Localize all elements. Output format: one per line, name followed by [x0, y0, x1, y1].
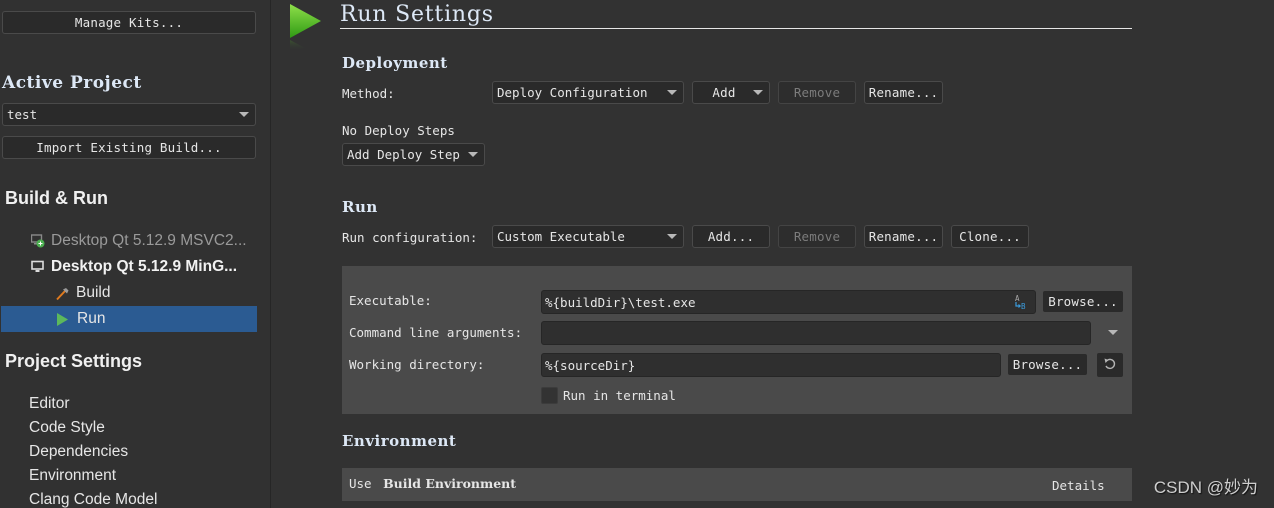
run-settings-icon	[289, 3, 323, 51]
environment-heading: Environment	[342, 432, 457, 450]
settings-item-environment[interactable]: Environment	[29, 467, 116, 485]
environment-use-value: Build Environment	[383, 476, 517, 491]
deploy-method-select[interactable]: Deploy Configuration	[492, 81, 684, 104]
run-configuration-label: Run configuration:	[342, 230, 478, 245]
svg-text:A: A	[1015, 294, 1020, 303]
kit-item-msvc[interactable]: Desktop Qt 5.12.9 MSVC2...	[30, 232, 247, 250]
nav-item-label: Build	[76, 284, 111, 301]
add-deploy-step-label: Add Deploy Step	[347, 147, 460, 162]
add-kit-monitor-icon	[30, 234, 45, 248]
method-label: Method:	[342, 86, 395, 101]
deploy-remove-button[interactable]: Remove	[778, 81, 856, 104]
project-selector[interactable]: test	[2, 103, 256, 126]
kit-label: Desktop Qt 5.12.9 MinG...	[51, 258, 238, 275]
executable-browse-button[interactable]: Browse...	[1042, 290, 1124, 313]
run-settings-page: Run Settings Deployment Method: Deploy C…	[272, 0, 1274, 508]
command-line-arguments-input[interactable]	[541, 321, 1091, 345]
active-project-heading: Active Project	[2, 73, 142, 93]
nav-item-label: Run	[77, 310, 106, 327]
working-directory-browse-button[interactable]: Browse...	[1007, 353, 1088, 376]
nav-selection-highlight	[1, 306, 257, 332]
run-triangle-icon	[56, 312, 69, 327]
chevron-down-icon	[667, 90, 677, 95]
chevron-down-icon	[468, 152, 478, 157]
environment-use-prefix: Use	[349, 476, 372, 491]
run-in-terminal-label[interactable]: Run in terminal	[563, 388, 676, 403]
svg-text:B: B	[1021, 302, 1026, 311]
run-configuration-select[interactable]: Custom Executable	[492, 225, 684, 248]
run-heading: Run	[342, 198, 378, 216]
settings-item-clang-code-model[interactable]: Clang Code Model	[29, 491, 157, 508]
working-directory-value: %{sourceDir}	[545, 357, 636, 373]
custom-executable-panel: Executable: %{buildDir}\test.exe A B Bro…	[342, 266, 1132, 414]
run-configuration-value: Custom Executable	[497, 229, 625, 244]
watermark: CSDN @妙为	[1153, 478, 1258, 497]
variable-chooser-icon[interactable]: A B	[1013, 294, 1029, 314]
nav-item-run[interactable]: Run	[56, 310, 105, 328]
project-settings-heading: Project Settings	[5, 351, 143, 371]
settings-item-code-style[interactable]: Code Style	[29, 419, 105, 437]
chevron-down-icon	[667, 234, 677, 239]
settings-item-dependencies[interactable]: Dependencies	[29, 443, 128, 461]
run-add-button[interactable]: Add...	[692, 225, 770, 248]
working-directory-input[interactable]: %{sourceDir}	[541, 353, 1001, 377]
kit-item-mingw[interactable]: Desktop Qt 5.12.9 MinG...	[31, 258, 237, 276]
hammer-icon	[55, 286, 70, 301]
title-underline	[340, 28, 1132, 29]
settings-item-editor[interactable]: Editor	[29, 395, 70, 413]
run-in-terminal-checkbox[interactable]	[541, 387, 558, 404]
deploy-rename-button[interactable]: Rename...	[864, 81, 943, 104]
environment-summary-bar: Use Build Environment Details	[342, 468, 1132, 501]
deploy-add-label: Add	[712, 85, 736, 100]
import-existing-build-button[interactable]: Import Existing Build...	[2, 136, 256, 159]
no-deploy-steps-label: No Deploy Steps	[342, 123, 455, 138]
run-clone-button[interactable]: Clone...	[951, 225, 1029, 248]
run-remove-button[interactable]: Remove	[778, 225, 856, 248]
project-selector-value: test	[7, 107, 38, 122]
manage-kits-button[interactable]: Manage Kits...	[2, 11, 256, 34]
reset-icon	[1103, 357, 1117, 374]
deployment-heading: Deployment	[342, 54, 448, 72]
nav-item-build[interactable]: Build	[55, 284, 110, 302]
executable-value: %{buildDir}\test.exe	[545, 294, 696, 310]
arguments-history-dropdown-icon[interactable]	[1108, 330, 1118, 335]
kit-label: Desktop Qt 5.12.9 MSVC2...	[51, 232, 247, 249]
add-deploy-step-button[interactable]: Add Deploy Step	[342, 143, 485, 166]
environment-summary: Use Build Environment	[349, 476, 516, 491]
deploy-method-value: Deploy Configuration	[497, 85, 648, 100]
sidebar: Manage Kits... Active Project test Impor…	[0, 0, 271, 508]
environment-details-toggle[interactable]: Details	[1052, 478, 1105, 493]
chevron-down-icon	[753, 90, 763, 95]
executable-label: Executable:	[349, 293, 432, 308]
run-rename-button[interactable]: Rename...	[864, 225, 943, 248]
chevron-down-icon	[239, 112, 249, 117]
working-directory-label: Working directory:	[349, 357, 485, 372]
executable-input[interactable]: %{buildDir}\test.exe A B	[541, 290, 1036, 314]
monitor-icon	[31, 260, 45, 274]
reset-working-directory-button[interactable]	[1096, 352, 1124, 378]
command-line-arguments-label: Command line arguments:	[349, 325, 523, 340]
deploy-add-button[interactable]: Add	[692, 81, 770, 104]
build-run-heading: Build & Run	[5, 188, 108, 208]
page-title: Run Settings	[340, 2, 494, 27]
